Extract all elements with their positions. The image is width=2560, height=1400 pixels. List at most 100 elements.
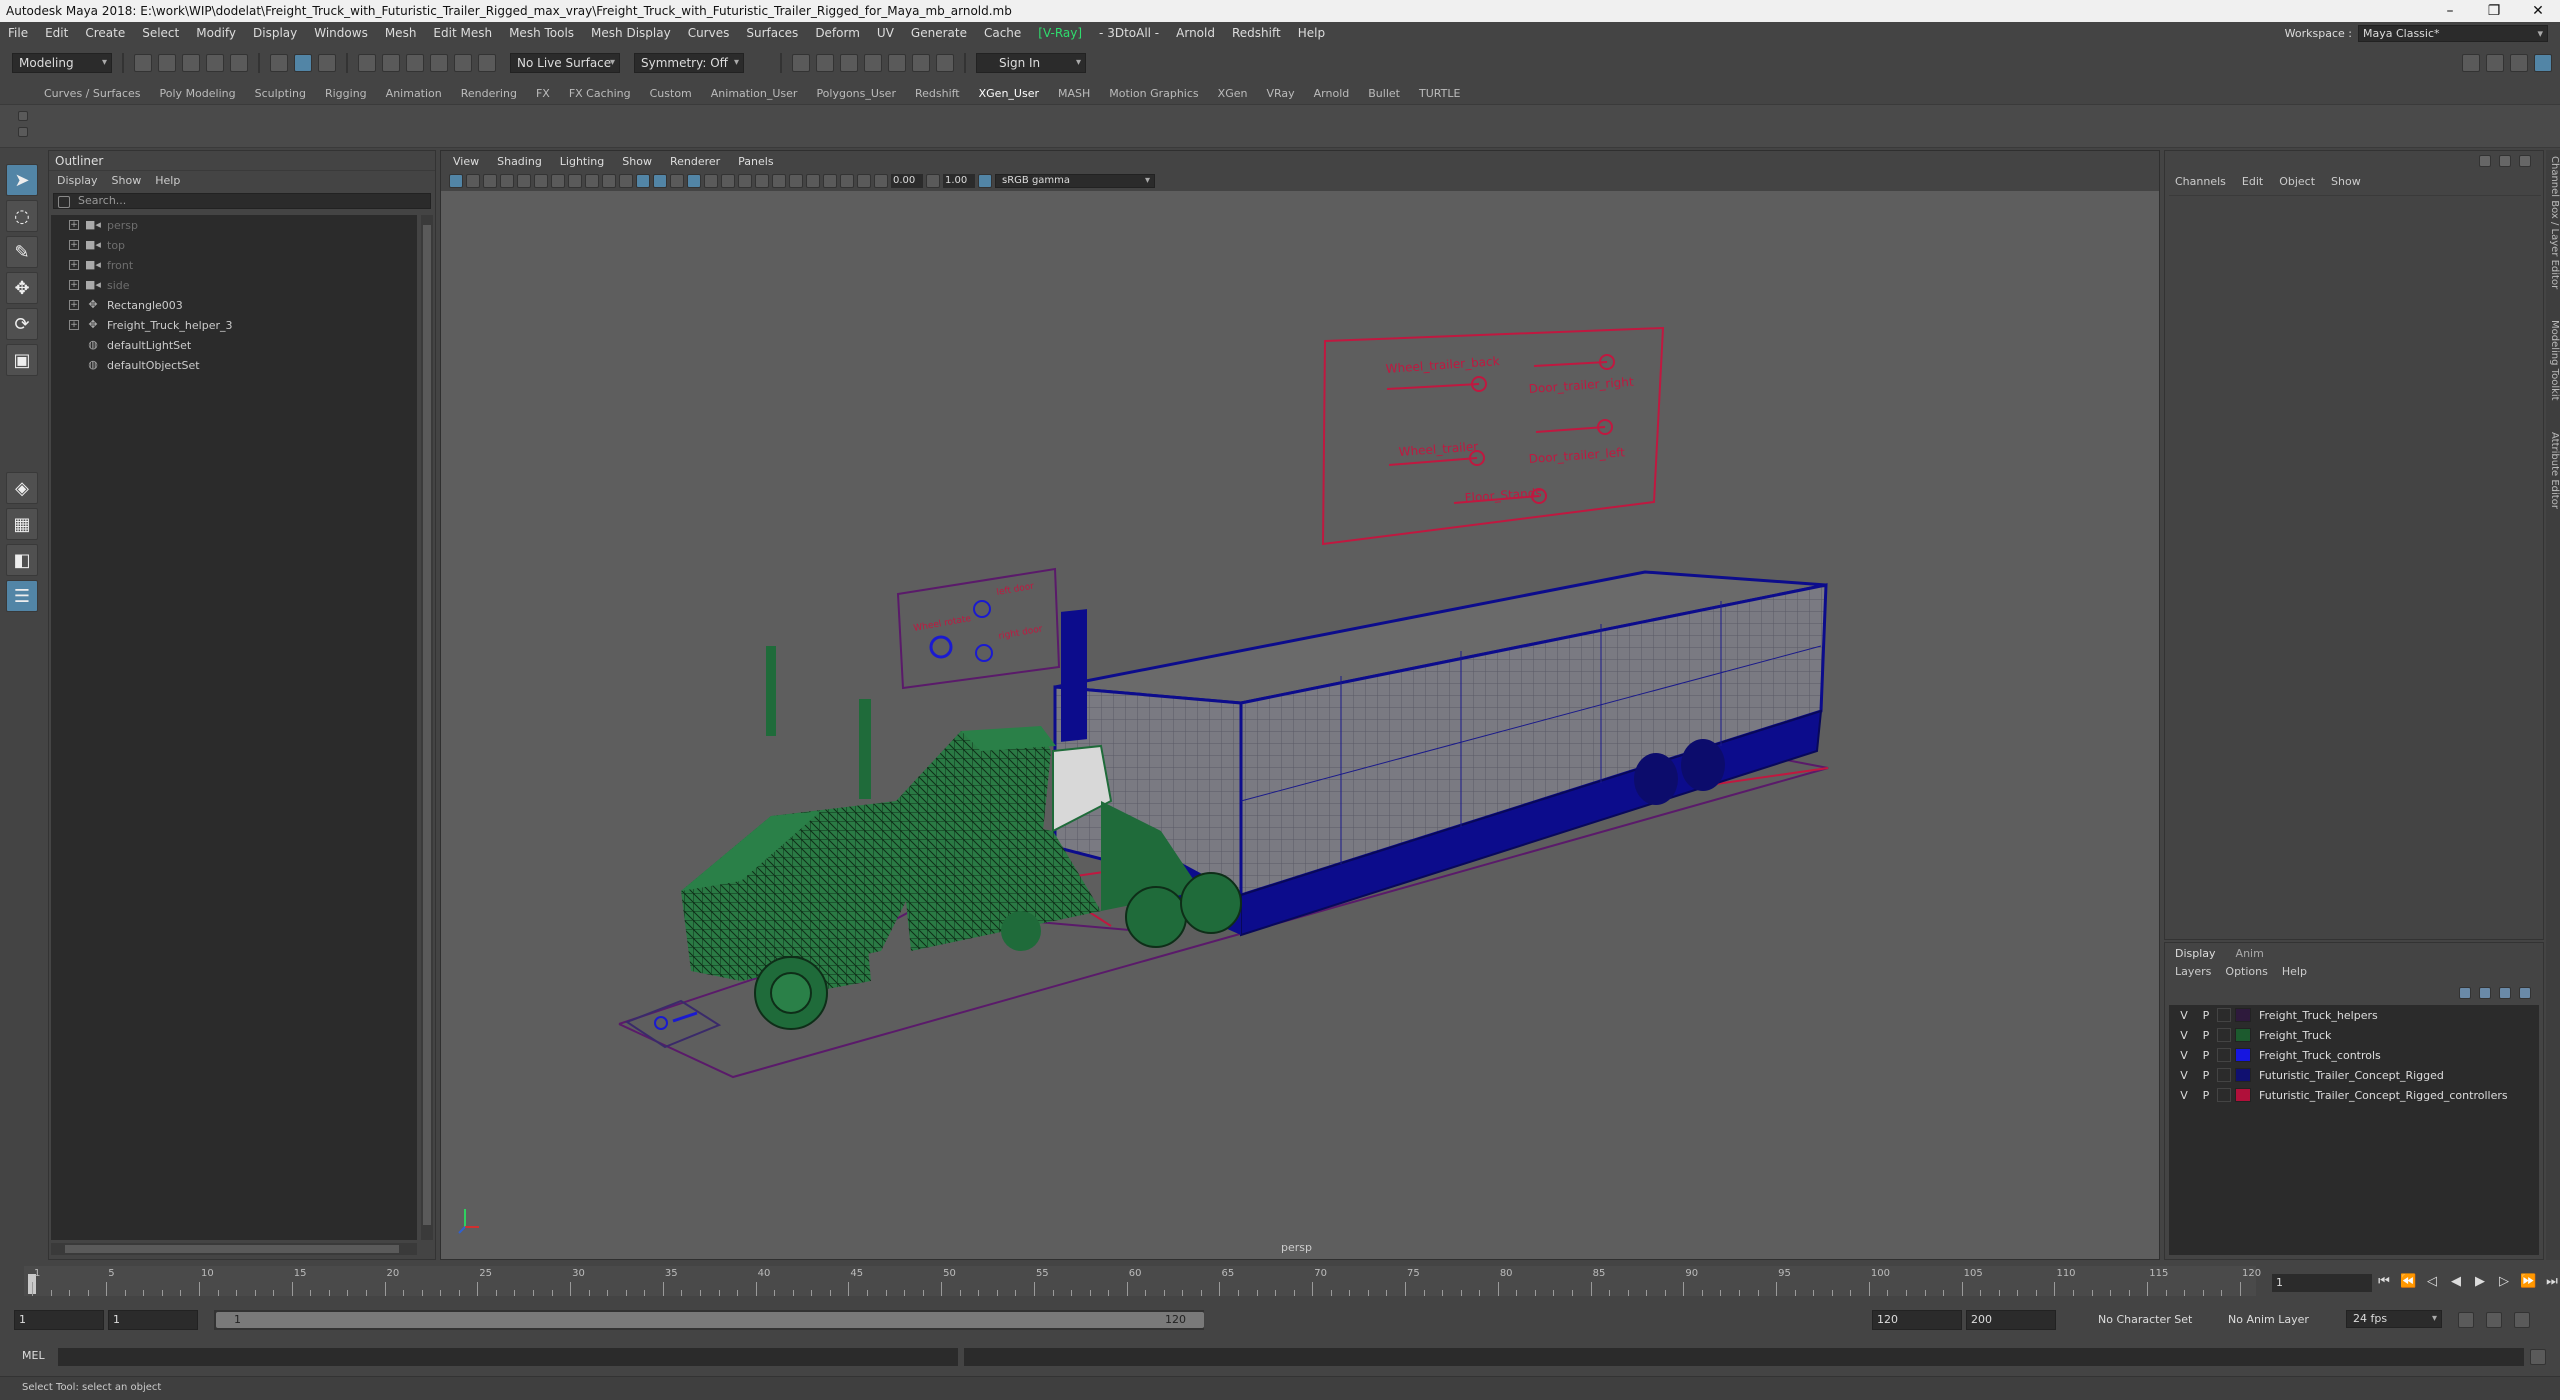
field-chart-icon[interactable] [602, 174, 616, 188]
layer-tab-anim[interactable]: Anim [2236, 947, 2264, 960]
exposure-icon[interactable] [874, 174, 888, 188]
shelf-tab-sculpting[interactable]: Sculpting [255, 87, 306, 100]
open-scene-icon[interactable] [158, 54, 176, 72]
menu-cache[interactable]: Cache [984, 26, 1021, 40]
isolate-select-icon[interactable] [806, 174, 820, 188]
step-forward-key-icon[interactable]: ⏩ [2520, 1274, 2536, 1289]
shelf-tab-custom[interactable]: Custom [650, 87, 692, 100]
new-layer-from-selection-icon[interactable] [2519, 987, 2531, 999]
xray-components-icon[interactable] [857, 174, 871, 188]
shelf-tab-bullet[interactable]: Bullet [1368, 87, 1400, 100]
shelf-tab-mash[interactable]: MASH [1058, 87, 1090, 100]
range-bar-handle[interactable]: 1 120 [216, 1312, 1204, 1328]
layer-display-type-toggle[interactable] [2217, 1028, 2231, 1042]
trailer-controls-panel[interactable]: Wheel_trailer_back Door_trailer_right Wh… [1321, 326, 1665, 546]
camera-attributes-icon[interactable] [466, 174, 480, 188]
select-hierarchy-icon[interactable] [270, 54, 288, 72]
outliner-item-front[interactable]: + ■◂ front [51, 255, 417, 275]
outliner-layout-icon[interactable]: ☰ [6, 580, 38, 612]
outliner-item-rectangle003[interactable]: + ✥ Rectangle003 [51, 295, 417, 315]
exposure-field[interactable]: 0.00 [891, 174, 923, 188]
layer-playback-toggle[interactable]: P [2195, 1089, 2217, 1102]
menu-windows[interactable]: Windows [314, 26, 368, 40]
current-frame-field[interactable]: 1 [2272, 1274, 2372, 1292]
loop-icon[interactable] [2458, 1312, 2474, 1328]
channel-box-menu-edit[interactable]: Edit [2242, 175, 2263, 188]
menu-edit-mesh[interactable]: Edit Mesh [433, 26, 492, 40]
menu-arnold[interactable]: Arnold [1176, 26, 1215, 40]
motion-blur-icon[interactable] [772, 174, 786, 188]
redo-icon[interactable] [230, 54, 248, 72]
snap-curve-icon[interactable] [382, 54, 400, 72]
side-tab-modeling-toolkit[interactable]: Modeling Toolkit [2546, 320, 2560, 401]
layer-color-swatch[interactable] [2235, 1008, 2251, 1022]
pause-viewport-icon[interactable] [936, 54, 954, 72]
shelf-tab-vray[interactable]: VRay [1266, 87, 1294, 100]
two-view-layout-icon[interactable]: ◧ [6, 544, 38, 576]
outliner-search-input[interactable]: Search... [53, 193, 431, 209]
fps-dropdown[interactable]: 24 fps [2346, 1310, 2442, 1328]
side-tab-attribute-editor[interactable]: Attribute Editor [2546, 432, 2560, 509]
snap-grid-icon[interactable] [358, 54, 376, 72]
layer-menu-layers[interactable]: Layers [2175, 965, 2211, 978]
layer-color-swatch[interactable] [2235, 1048, 2251, 1062]
outliner-item-persp[interactable]: + ■◂ persp [51, 215, 417, 235]
layer-display-type-toggle[interactable] [2217, 1048, 2231, 1062]
menu-create[interactable]: Create [85, 26, 125, 40]
snap-view-plane-icon[interactable] [430, 54, 448, 72]
menu-3dtoall[interactable]: - 3DtoAll - [1099, 26, 1159, 40]
menu-curves[interactable]: Curves [688, 26, 730, 40]
single-perspective-view-icon[interactable]: ◈ [6, 472, 38, 504]
lasso-tool-icon[interactable]: ◌ [6, 200, 38, 232]
viewport-menu-renderer[interactable]: Renderer [670, 155, 720, 168]
sign-in-button[interactable]: Sign In [976, 53, 1086, 73]
layer-color-swatch[interactable] [2235, 1068, 2251, 1082]
shelf-tab-fx[interactable]: FX [536, 87, 550, 100]
select-tool-icon[interactable]: ➤ [6, 164, 38, 196]
use-all-lights-icon[interactable] [721, 174, 735, 188]
layer-playback-toggle[interactable]: P [2195, 1069, 2217, 1082]
render-setup-icon[interactable] [912, 54, 930, 72]
layer-color-swatch[interactable] [2235, 1088, 2251, 1102]
layer-display-type-toggle[interactable] [2217, 1008, 2231, 1022]
play-backward-icon[interactable]: ◀ [2448, 1274, 2464, 1289]
step-back-key-icon[interactable]: ⏪ [2400, 1274, 2416, 1289]
film-gate-icon[interactable] [551, 174, 565, 188]
gamma-field[interactable]: 1.00 [943, 174, 975, 188]
layer-row[interactable]: V P Freight_Truck [2169, 1025, 2539, 1045]
move-layer-up-icon[interactable] [2459, 987, 2471, 999]
shelf-tab-arnold[interactable]: Arnold [1314, 87, 1350, 100]
menu-redshift[interactable]: Redshift [1232, 26, 1281, 40]
outliner-horizontal-scrollbar[interactable] [51, 1243, 417, 1255]
shelf-tab-turtle[interactable]: TURTLE [1419, 87, 1460, 100]
snap-live-icon[interactable] [454, 54, 472, 72]
image-plane-icon[interactable] [500, 174, 514, 188]
grease-pencil-icon[interactable] [517, 174, 531, 188]
menu-display[interactable]: Display [253, 26, 297, 40]
undo-icon[interactable] [206, 54, 224, 72]
grid-icon[interactable] [534, 174, 548, 188]
shelf-settings-icon[interactable] [18, 127, 28, 137]
menu-vray[interactable]: [V-Ray] [1038, 26, 1082, 40]
channel-box-menu-show[interactable]: Show [2331, 175, 2361, 188]
outliner-item-freight-truck-helper-3[interactable]: + ✥ Freight_Truck_helper_3 [51, 315, 417, 335]
resolution-gate-icon[interactable] [568, 174, 582, 188]
symmetry-dropdown[interactable]: Symmetry: Off [634, 53, 744, 73]
viewport-menu-show[interactable]: Show [622, 155, 652, 168]
layer-playback-toggle[interactable]: P [2195, 1029, 2217, 1042]
menu-uv[interactable]: UV [877, 26, 894, 40]
playback-start-field[interactable]: 1 [108, 1310, 198, 1330]
shelf-tab-motion-graphics[interactable]: Motion Graphics [1109, 87, 1198, 100]
shelf-tab-xgen-user[interactable]: XGen_User [979, 87, 1039, 100]
outliner-menu-show[interactable]: Show [112, 174, 142, 187]
side-tab-channel-box[interactable]: Channel Box / Layer Editor [2546, 156, 2560, 289]
auto-key-icon[interactable] [2486, 1312, 2502, 1328]
layer-display-type-toggle[interactable] [2217, 1068, 2231, 1082]
shelf-tab-rigging[interactable]: Rigging [325, 87, 367, 100]
render-region-icon[interactable] [792, 54, 810, 72]
expand-icon[interactable]: + [69, 220, 79, 230]
modeling-toolkit-icon[interactable] [2462, 54, 2480, 72]
live-surface-dropdown[interactable]: No Live Surface [510, 53, 620, 73]
render-settings-icon[interactable] [864, 54, 882, 72]
snap-history-icon[interactable] [478, 54, 496, 72]
